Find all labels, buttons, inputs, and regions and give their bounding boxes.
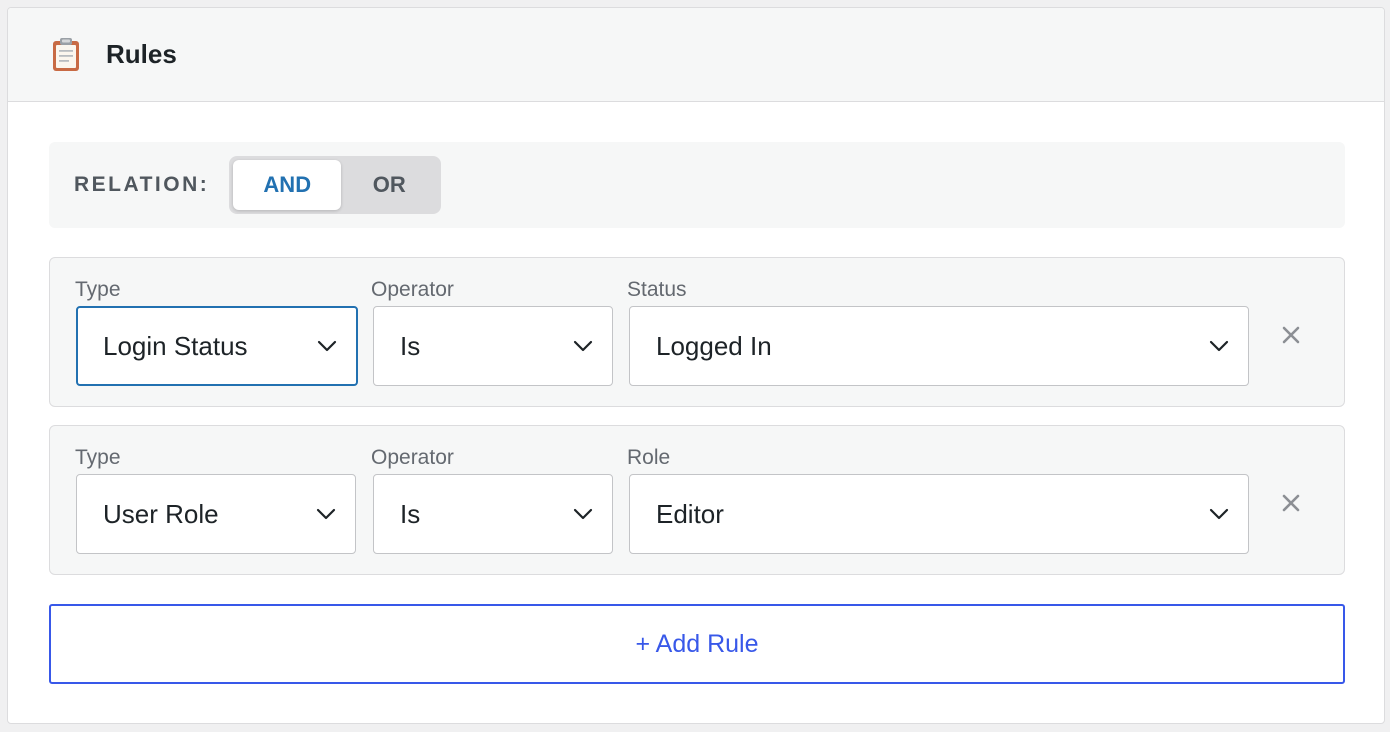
chevron-down-icon — [317, 340, 337, 352]
type-select-value: Login Status — [103, 330, 248, 361]
relation-or-option[interactable]: OR — [341, 160, 437, 210]
close-icon — [1282, 326, 1300, 344]
panel-title: Rules — [106, 39, 177, 69]
rule-row: Type User Role Operator Is Role Editor — [49, 425, 1345, 575]
rule-row: Type Login Status Operator Is Status Log… — [49, 257, 1345, 407]
status-select-value: Logged In — [656, 330, 772, 361]
operator-select[interactable]: Is — [373, 474, 613, 554]
status-select[interactable]: Logged In — [629, 306, 1249, 386]
rules-panel: Rules RELATION: AND OR Type Login Status… — [7, 7, 1385, 724]
panel-header: Rules — [8, 8, 1384, 102]
status-label: Status — [627, 278, 687, 301]
operator-select-value: Is — [400, 498, 421, 529]
operator-label: Operator — [371, 446, 454, 469]
add-rule-button[interactable]: + Add Rule — [49, 604, 1345, 684]
type-label: Type — [75, 446, 121, 469]
type-select-value: User Role — [103, 498, 219, 529]
operator-select-value: Is — [400, 330, 421, 361]
relation-label: RELATION: — [74, 173, 210, 196]
type-select[interactable]: Login Status — [76, 306, 358, 386]
remove-rule-button[interactable] — [1276, 488, 1306, 518]
relation-toggle: AND OR — [229, 156, 442, 214]
remove-rule-button[interactable] — [1276, 320, 1306, 350]
clipboard-icon — [53, 37, 79, 71]
role-label: Role — [627, 446, 671, 469]
type-label: Type — [75, 278, 121, 301]
chevron-down-icon — [1209, 508, 1229, 520]
operator-select[interactable]: Is — [373, 306, 613, 386]
relation-and-option[interactable]: AND — [233, 160, 342, 210]
chevron-down-icon — [1209, 340, 1229, 352]
relation-bar: RELATION: AND OR — [49, 142, 1345, 228]
close-icon — [1282, 494, 1300, 512]
chevron-down-icon — [316, 508, 336, 520]
chevron-down-icon — [573, 508, 593, 520]
chevron-down-icon — [573, 340, 593, 352]
role-select[interactable]: Editor — [629, 474, 1249, 554]
role-select-value: Editor — [656, 498, 724, 529]
operator-label: Operator — [371, 278, 454, 301]
type-select[interactable]: User Role — [76, 474, 356, 554]
